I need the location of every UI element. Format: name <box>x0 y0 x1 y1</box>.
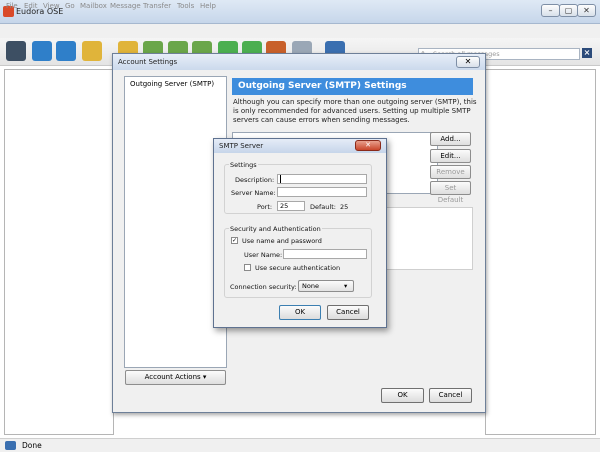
reply-all-icon[interactable] <box>82 41 102 61</box>
status-text: Done <box>22 441 42 450</box>
user-name-label: User Name: <box>244 251 283 259</box>
account-settings-ok-button[interactable]: OK <box>381 388 424 403</box>
edit-server-button[interactable]: Edit... <box>430 149 471 163</box>
status-icon <box>5 441 16 450</box>
menu-go[interactable]: Go <box>65 2 75 10</box>
security-group-label: Security and Authentication <box>229 225 322 233</box>
smtp-ok-button[interactable]: OK <box>279 305 321 320</box>
checkmark-icon: ✓ <box>232 237 238 244</box>
maximize-button[interactable]: ▢ <box>559 4 578 17</box>
menu-edit[interactable]: Edit <box>24 2 38 10</box>
connection-security-select[interactable]: None ▾ <box>298 280 354 292</box>
account-settings-close-button[interactable]: ✕ <box>456 56 480 68</box>
connection-security-label: Connection security: <box>230 283 297 291</box>
use-name-password-checkbox[interactable]: ✓ <box>231 237 238 244</box>
port-input[interactable]: 25 <box>277 201 305 211</box>
settings-group-label: Settings <box>229 161 258 169</box>
description-input[interactable] <box>277 174 367 184</box>
search-clear-icon[interactable]: × <box>582 48 592 58</box>
menu-transfer[interactable]: Transfer <box>143 2 171 10</box>
smtp-settings-description: Although you can specify more than one o… <box>233 98 477 124</box>
bottom-strip <box>0 452 600 465</box>
smtp-dialog-title: SMTP Server <box>219 142 264 150</box>
account-list-item-smtp[interactable]: Outgoing Server (SMTP) <box>130 80 214 88</box>
check-mail-icon[interactable] <box>6 41 26 61</box>
dropdown-arrow-icon: ▾ <box>202 373 207 381</box>
smtp-settings-header-text: Outgoing Server (SMTP) Settings <box>238 81 407 91</box>
description-label: Description: <box>235 176 275 184</box>
default-port-label: Default: <box>310 203 336 211</box>
new-message-icon[interactable] <box>32 41 52 61</box>
smtp-server-dialog: SMTP Server ✕ Settings Description: Serv… <box>213 138 387 328</box>
minimize-button[interactable]: – <box>541 4 560 17</box>
smtp-settings-header: Outgoing Server (SMTP) Settings <box>232 78 473 95</box>
status-bar <box>0 438 600 452</box>
menu-view[interactable]: View <box>43 2 60 10</box>
smtp-cancel-button[interactable]: Cancel <box>327 305 369 320</box>
user-name-input[interactable] <box>283 249 367 259</box>
default-port-value: 25 <box>340 203 349 211</box>
dropdown-arrow-icon: ▾ <box>344 282 348 290</box>
add-server-button[interactable]: Add... <box>430 132 471 146</box>
connection-security-value: None <box>302 282 319 290</box>
menu-help[interactable]: Help <box>200 2 216 10</box>
port-label: Port: <box>257 203 273 211</box>
set-default-button[interactable]: Set Default <box>430 181 471 204</box>
account-actions-button[interactable]: Account Actions ▾ <box>125 370 226 385</box>
text-cursor <box>280 175 281 183</box>
menu-file[interactable]: File <box>6 2 18 10</box>
menu-tools[interactable]: Tools <box>177 2 194 10</box>
use-name-password-label: Use name and password <box>242 237 322 245</box>
menu-message[interactable]: Message <box>110 2 141 10</box>
account-list[interactable]: Outgoing Server (SMTP) <box>124 76 227 368</box>
close-window-button[interactable]: ✕ <box>577 4 596 17</box>
account-settings-cancel-button[interactable]: Cancel <box>429 388 472 403</box>
server-name-label: Server Name: <box>231 189 276 197</box>
server-name-input[interactable] <box>277 187 367 197</box>
mailbox-pane[interactable] <box>4 69 114 435</box>
remove-server-button[interactable]: Remove <box>430 165 471 179</box>
reply-icon[interactable] <box>56 41 76 61</box>
menu-mailbox[interactable]: Mailbox <box>80 2 107 10</box>
secure-auth-checkbox[interactable] <box>244 264 251 271</box>
message-list-pane[interactable] <box>485 69 596 435</box>
account-settings-title: Account Settings <box>118 58 178 66</box>
menu-bar <box>0 24 600 38</box>
smtp-dialog-close-button[interactable]: ✕ <box>355 140 381 151</box>
secure-auth-label: Use secure authentication <box>255 264 341 272</box>
account-actions-label: Account Actions <box>144 373 201 381</box>
